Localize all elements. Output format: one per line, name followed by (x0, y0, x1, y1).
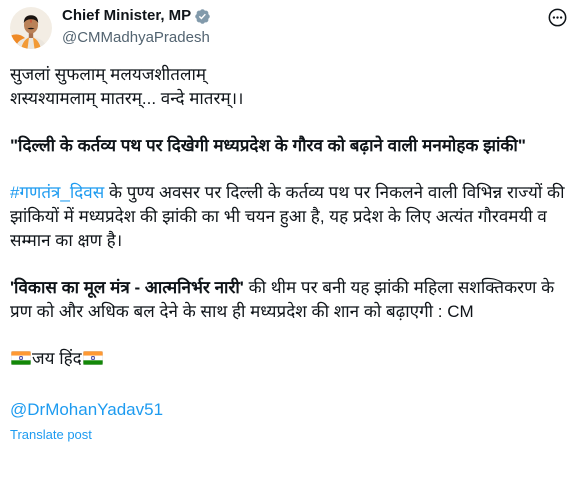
jai-hind-line: जय हिंद (10, 347, 573, 371)
author-handle[interactable]: @CMMadhyaPradesh (62, 28, 210, 48)
translate-post-link[interactable]: Translate post (10, 425, 92, 445)
more-options-icon[interactable] (548, 8, 567, 27)
india-flag-icon (11, 351, 31, 365)
theme-paragraph: 'विकास का मूल मंत्र - आत्मनिर्भर नारी' क… (10, 276, 573, 324)
author-name-row: Chief Minister, MP (62, 6, 211, 26)
mention-link[interactable]: @DrMohanYadav51 (10, 400, 163, 419)
republic-day-paragraph: #गणतंत्र_दिवस के पुण्य अवसर पर दिल्ली के… (10, 181, 573, 253)
intro-line: सुजलां सुफलाम् मलयजशीतलाम् (10, 65, 207, 84)
intro-line: शस्यश्यामलाम् मातरम्... वन्दे मातरम्।। (10, 89, 244, 108)
mention-line: @DrMohanYadav51 (10, 398, 573, 422)
headline: "दिल्ली के कर्तव्य पथ पर दिखेगी मध्यप्रद… (10, 136, 526, 155)
hashtag-link[interactable]: #गणतंत्र_दिवस (10, 183, 104, 202)
theme-quote: 'विकास का मूल मंत्र - आत्मनिर्भर नारी' (10, 278, 244, 297)
tweet-card: Chief Minister, MP @CMMadhyaPradesh सुजल… (0, 0, 585, 496)
jai-hind-text: जय हिंद (32, 349, 82, 368)
tweet-text: सुजलां सुफलाम् मलयजशीतलाम् शस्यश्यामलाम्… (10, 63, 573, 446)
author-display-name[interactable]: Chief Minister, MP (62, 6, 191, 26)
avatar[interactable] (10, 7, 52, 49)
verified-badge-icon[interactable] (194, 8, 211, 25)
intro-verse: सुजलां सुफलाम् मलयजशीतलाम् शस्यश्यामलाम्… (10, 63, 573, 111)
india-flag-icon (82, 351, 103, 365)
